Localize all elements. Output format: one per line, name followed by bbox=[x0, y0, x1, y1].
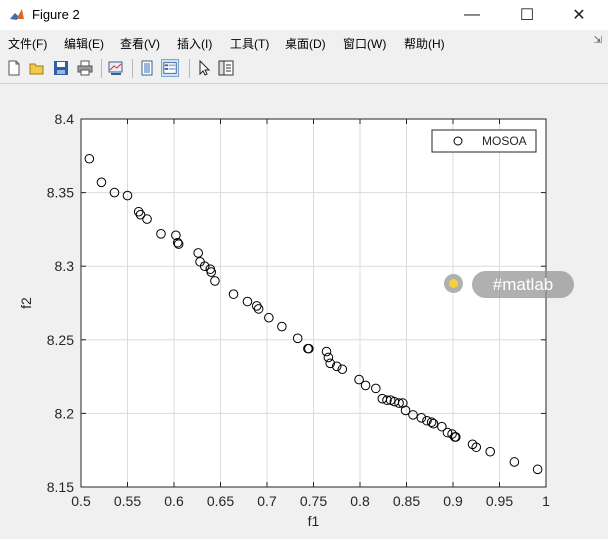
scatter-chart: 0.5 0.55 0.6 0.65 0.7 0.75 0.8 0.85 0.9 0.95 1 8.1… bbox=[18, 111, 550, 529]
y-tick-label: 8.25 bbox=[47, 332, 74, 348]
figure-toolbar bbox=[0, 54, 608, 84]
menu-edit[interactable]: 编辑(E) bbox=[64, 35, 104, 52]
x-tick-label: 0.55 bbox=[114, 493, 141, 509]
matlab-icon bbox=[9, 7, 25, 23]
x-tick-label: 0.5 bbox=[71, 493, 91, 509]
property-inspector-icon[interactable] bbox=[217, 59, 235, 77]
x-tick-label: 0.65 bbox=[207, 493, 234, 509]
y-tick-label: 8.3 bbox=[55, 258, 75, 274]
maximize-button[interactable]: ☐ bbox=[504, 0, 550, 30]
y-tick-label: 8.35 bbox=[47, 185, 74, 201]
menu-window[interactable]: 窗口(W) bbox=[343, 35, 386, 52]
menu-tools[interactable]: 工具(T) bbox=[230, 35, 269, 52]
x-tick-label: 0.85 bbox=[393, 493, 420, 509]
hashtag-watermark: #matlab bbox=[472, 271, 574, 298]
x-tick-label: 0.95 bbox=[486, 493, 513, 509]
hide-plot-tools-icon[interactable] bbox=[138, 59, 156, 77]
toolbar-separator bbox=[101, 59, 102, 78]
window-title: Figure 2 bbox=[32, 7, 80, 22]
toolbar-separator bbox=[189, 59, 190, 78]
y-tick-label: 8.2 bbox=[55, 405, 75, 421]
x-tick-labels: 0.5 0.55 0.6 0.65 0.7 0.75 0.8 0.85 0.9 0.95 1 bbox=[71, 493, 550, 509]
minimize-button[interactable]: — bbox=[449, 0, 495, 30]
show-plot-tools-icon[interactable] bbox=[161, 59, 179, 77]
legend-label: MOSOA bbox=[482, 134, 527, 148]
open-icon[interactable] bbox=[28, 59, 46, 77]
menu-bar: 文件(F) 编辑(E) 查看(V) 插入(I) 工具(T) 桌面(D) 窗口(W… bbox=[0, 30, 608, 54]
x-tick-label: 1 bbox=[542, 493, 550, 509]
save-icon[interactable] bbox=[52, 59, 70, 77]
hashtag-dot-icon bbox=[444, 274, 463, 293]
window-titlebar: Figure 2 — ☐ ✕ bbox=[0, 0, 608, 30]
menu-insert[interactable]: 插入(I) bbox=[177, 35, 212, 52]
x-tick-label: 0.7 bbox=[257, 493, 277, 509]
menu-help[interactable]: 帮助(H) bbox=[404, 35, 445, 52]
y-tick-labels: 8.15 8.2 8.25 8.3 8.35 8.4 bbox=[47, 111, 74, 495]
figure-area: 0.5 0.55 0.6 0.65 0.7 0.75 0.8 0.85 0.9 0.95 1 8.1… bbox=[0, 84, 608, 534]
close-button[interactable]: ✕ bbox=[556, 0, 602, 30]
toolbar-separator bbox=[132, 59, 133, 78]
x-tick-label: 0.9 bbox=[443, 493, 463, 509]
x-tick-label: 0.8 bbox=[350, 493, 370, 509]
link-plot-icon[interactable] bbox=[107, 59, 125, 77]
menu-view[interactable]: 查看(V) bbox=[120, 35, 160, 52]
y-tick-label: 8.4 bbox=[55, 111, 75, 127]
x-tick-label: 0.6 bbox=[164, 493, 184, 509]
dock-pin-icon[interactable]: ⇲ bbox=[594, 35, 602, 46]
x-axis-label: f1 bbox=[308, 513, 320, 529]
menu-file[interactable]: 文件(F) bbox=[8, 35, 47, 52]
edit-plot-arrow-icon[interactable] bbox=[195, 59, 213, 77]
print-icon[interactable] bbox=[76, 59, 94, 77]
new-icon[interactable] bbox=[5, 59, 23, 77]
y-axis-label: f2 bbox=[18, 297, 34, 309]
legend[interactable]: MOSOA bbox=[431, 129, 537, 153]
y-tick-label: 8.15 bbox=[47, 479, 74, 495]
x-tick-label: 0.75 bbox=[300, 493, 327, 509]
menu-desktop[interactable]: 桌面(D) bbox=[285, 35, 326, 52]
